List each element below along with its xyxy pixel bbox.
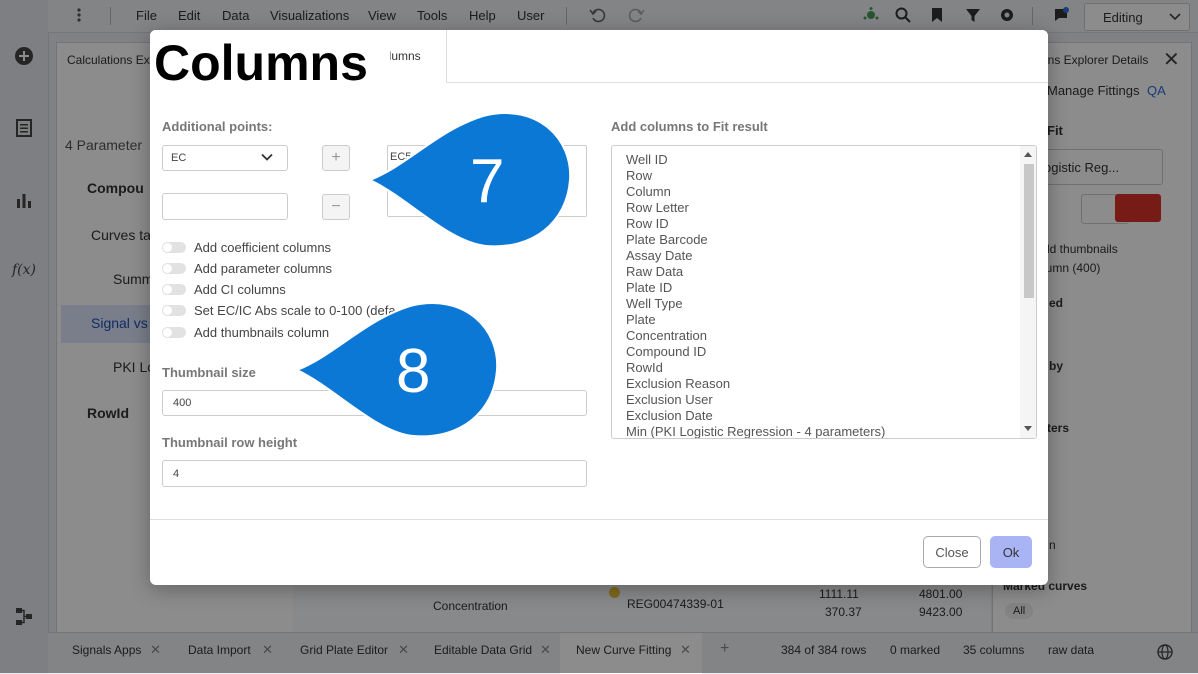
parameter-columns-toggle[interactable] [162, 263, 186, 274]
list-item[interactable]: Exclusion Reason [626, 376, 730, 391]
list-item[interactable]: Compound ID [626, 344, 706, 359]
list-item[interactable]: Plate ID [626, 280, 672, 295]
list-item[interactable]: Min (PKI Logistic Regression - 4 paramet… [626, 424, 885, 438]
callout-8-number: 8 [396, 337, 431, 406]
list-item[interactable]: Plate Barcode [626, 232, 708, 247]
list-item[interactable]: Well Type [626, 296, 683, 311]
add-point-button[interactable]: + [322, 145, 350, 171]
list-item[interactable]: Concentration [626, 328, 707, 343]
close-button[interactable]: Close [923, 536, 981, 568]
thumbnail-row-height-label: Thumbnail row height [162, 435, 298, 450]
title-overlay: Columns [150, 30, 390, 97]
chevron-down-icon [261, 153, 273, 161]
thumbnail-size-label: Thumbnail size [162, 365, 256, 380]
abs-scale-toggle[interactable] [162, 305, 186, 316]
remove-point-button[interactable]: − [322, 194, 350, 220]
scroll-down-icon[interactable] [1024, 426, 1032, 432]
list-item[interactable]: Exclusion Date [626, 408, 713, 423]
list-item[interactable]: Column [626, 184, 671, 199]
list-item[interactable]: Row Letter [626, 200, 689, 215]
callout-7-number: 7 [470, 147, 505, 216]
list-item[interactable]: Row [626, 168, 652, 183]
list-item[interactable]: Assay Date [626, 248, 692, 263]
coefficient-columns-toggle[interactable] [162, 242, 186, 253]
dialog-footer-divider [150, 519, 1048, 520]
list-item[interactable]: Exclusion User [626, 392, 713, 407]
list-item[interactable]: RowId [626, 360, 663, 375]
ok-button[interactable]: Ok [990, 536, 1032, 568]
list-item[interactable]: Well ID [626, 152, 668, 167]
point-value-input[interactable] [162, 193, 288, 220]
list-item[interactable]: Raw Data [626, 264, 683, 279]
list-item[interactable]: Plate [626, 312, 656, 327]
listbox-scrollbar[interactable] [1020, 146, 1036, 438]
thumbnail-row-height-input[interactable] [162, 460, 587, 487]
point-type-select[interactable]: EC [162, 145, 288, 171]
additional-points-label: Additional points: [162, 119, 273, 134]
columns-dialog: olumns Columns Additional points: EC + E… [150, 30, 1048, 585]
thumbnails-column-toggle[interactable] [162, 327, 186, 338]
toggle-label: Add parameter columns [194, 261, 333, 276]
columns-listbox[interactable]: Well ID Row Column Row Letter Row ID Pla… [611, 145, 1037, 439]
ci-columns-toggle[interactable] [162, 284, 186, 295]
list-item[interactable]: Row ID [626, 216, 669, 231]
dialog-title: Columns [154, 35, 368, 91]
point-type-value: EC [171, 152, 187, 164]
add-columns-label: Add columns to Fit result [611, 119, 768, 134]
scrollbar-thumb[interactable] [1024, 164, 1034, 298]
toggle-label: Add coefficient columns [194, 240, 332, 255]
toggle-label: Add CI columns [194, 282, 286, 297]
scroll-up-icon[interactable] [1024, 151, 1032, 157]
